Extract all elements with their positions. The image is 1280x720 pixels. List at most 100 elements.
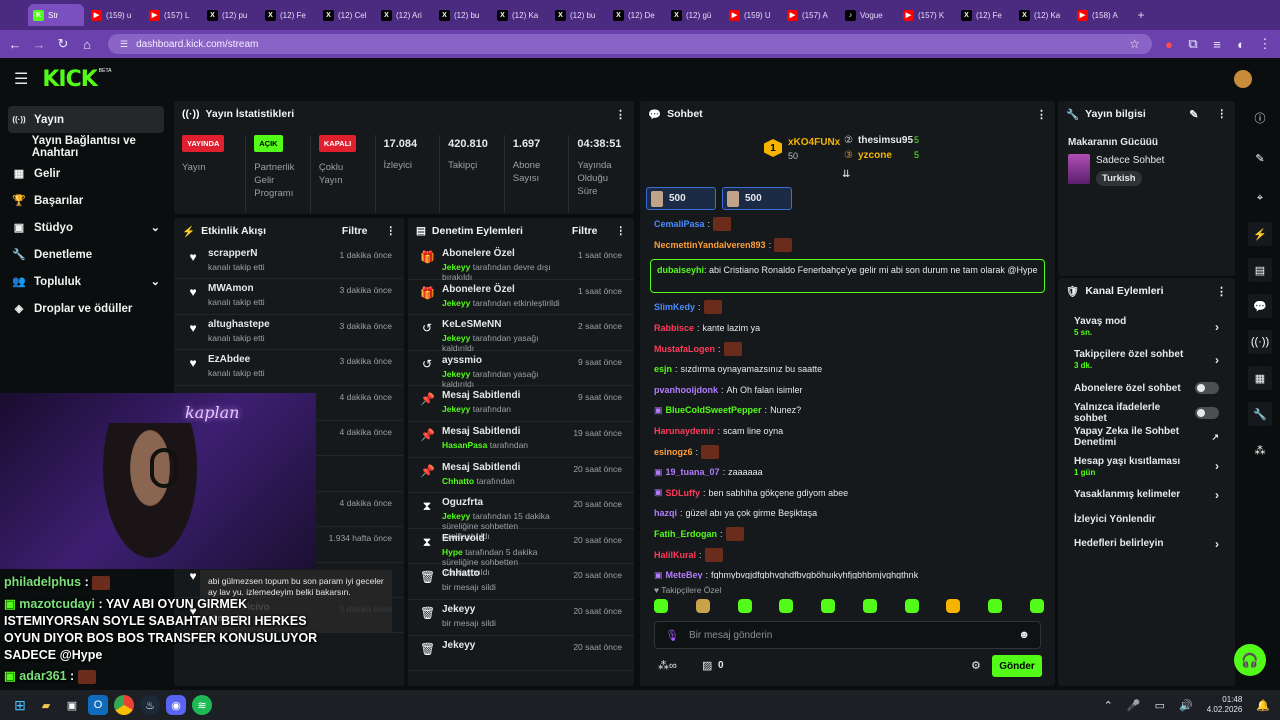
browser-tab[interactable]: X (12) gü bbox=[666, 4, 722, 26]
forward-icon[interactable]: → bbox=[32, 37, 46, 52]
chat-username[interactable]: BlueColdSweetPepper bbox=[666, 405, 762, 415]
browser-tab[interactable]: ▶ (157) K bbox=[898, 4, 954, 26]
moderation-target[interactable]: Jekeyy bbox=[442, 604, 565, 615]
chat-username[interactable]: SDLuffy bbox=[666, 488, 701, 498]
chat-username[interactable]: CemaliPasa bbox=[654, 219, 705, 229]
moderator-name[interactable]: Hype bbox=[442, 547, 463, 557]
channel-action-item[interactable]: Yavaş mod 5 sn. › bbox=[1058, 310, 1235, 343]
focus-icon[interactable]: ⌖ bbox=[1248, 186, 1272, 210]
browser-tab[interactable]: K Str bbox=[28, 4, 84, 26]
moderator-name[interactable]: Jekeyy bbox=[442, 369, 470, 379]
stream-info-menu-icon[interactable]: ⋮ bbox=[1217, 108, 1228, 120]
sidebar-item[interactable]: 🔧 Denetleme bbox=[0, 241, 172, 268]
quick-emote-icon[interactable] bbox=[779, 599, 794, 613]
quick-emote-icon[interactable] bbox=[904, 599, 919, 613]
activity-user[interactable]: MWAmon bbox=[208, 283, 332, 294]
sidebar-item[interactable]: Yayın Bağlantısı ve Anahtarı bbox=[0, 133, 172, 160]
activity-filter-button[interactable]: Filtre bbox=[342, 225, 368, 237]
toggle-switch[interactable] bbox=[1195, 382, 1219, 395]
outlook-icon[interactable]: O bbox=[88, 695, 108, 715]
edit-pencil-icon[interactable]: ✎ bbox=[1189, 108, 1198, 121]
channel-action-item[interactable]: Yalnızca ifadelerle sohbet bbox=[1058, 401, 1235, 426]
reload-icon[interactable]: ↻ bbox=[56, 36, 70, 52]
channel-action-item[interactable]: Takipçilere özel sohbet 3 dk. › bbox=[1058, 343, 1235, 376]
moderation-target[interactable]: KeLeSMeNN bbox=[442, 319, 570, 330]
chat-username[interactable]: dubaiseyhi bbox=[657, 265, 704, 275]
kick-logo[interactable]: KICK bbox=[42, 67, 97, 92]
emoji-icon[interactable]: ☻ bbox=[1018, 629, 1030, 641]
moderation-target[interactable]: Mesaj Sabitlendi bbox=[442, 426, 565, 437]
home-icon[interactable]: ⌂ bbox=[80, 37, 94, 52]
chat-username[interactable]: HalilKural bbox=[654, 550, 696, 560]
chat-username[interactable]: pvanhooijdonk bbox=[654, 385, 718, 395]
browser-tab[interactable]: ▶ (158) A bbox=[1072, 4, 1128, 26]
chat-username[interactable]: Fatih_Erdogan bbox=[654, 529, 717, 539]
channel-action-item[interactable]: İzleyici Yönlendir bbox=[1058, 507, 1235, 532]
channel-actions-menu-icon[interactable]: ⋮ bbox=[1216, 285, 1227, 298]
support-button[interactable]: 🎧 bbox=[1234, 644, 1266, 676]
chat-username[interactable]: SlimKedy bbox=[654, 302, 695, 312]
chevron-right-icon[interactable]: › bbox=[1215, 353, 1219, 367]
moderation-target[interactable]: Mesaj Sabitlendi bbox=[442, 462, 565, 473]
sidebar-item[interactable]: ((·)) Yayın bbox=[8, 106, 164, 133]
quick-emote-icon[interactable] bbox=[946, 599, 961, 613]
clock-time[interactable]: 01:48 bbox=[1207, 695, 1242, 705]
chevron-down-icon[interactable]: ⌄ bbox=[151, 221, 160, 234]
moderator-name[interactable]: Jekeyy bbox=[442, 262, 470, 272]
chevron-right-icon[interactable]: › bbox=[1215, 537, 1219, 551]
browser-tab[interactable]: ▶ (159) u bbox=[86, 4, 142, 26]
browser-tab[interactable]: X (12) Ka bbox=[492, 4, 548, 26]
quick-emote-icon[interactable] bbox=[654, 599, 668, 613]
browser-tab[interactable]: ▶ (159) U bbox=[724, 4, 780, 26]
moderator-name[interactable]: Jekeyy bbox=[442, 511, 470, 521]
tray-chevron-icon[interactable]: ⌃ bbox=[1104, 699, 1113, 712]
quick-emote-icon[interactable] bbox=[695, 599, 710, 613]
chat-username[interactable]: MeteBey bbox=[666, 570, 703, 579]
new-tab-icon[interactable]: + bbox=[1130, 8, 1152, 22]
browser-tab[interactable]: ♪ Vogue bbox=[840, 4, 896, 26]
chat-username[interactable]: Harunaydemir bbox=[654, 426, 715, 436]
clock-date[interactable]: 4.02.2026 bbox=[1207, 705, 1243, 715]
browser-menu-icon[interactable]: ⋮ bbox=[1258, 36, 1272, 52]
activity-user[interactable]: EzAbdee bbox=[208, 354, 332, 365]
broadcast-icon[interactable]: ((·)) bbox=[1248, 330, 1272, 354]
chevron-down-icon[interactable]: ⌄ bbox=[151, 275, 160, 288]
browser-tab[interactable]: X (12) Ka bbox=[1014, 4, 1070, 26]
send-button[interactable]: Gönder bbox=[992, 655, 1042, 677]
gift-card[interactable]: 500 bbox=[722, 187, 792, 210]
media-icon[interactable]: ≡ bbox=[1210, 37, 1224, 52]
browser-tab[interactable]: X (12) bu bbox=[550, 4, 606, 26]
leader-3-name[interactable]: yzcone bbox=[858, 150, 892, 161]
channel-action-item[interactable]: Yasaklanmış kelimeler › bbox=[1058, 483, 1235, 508]
moderator-name[interactable]: Jekeyy bbox=[442, 298, 470, 308]
chat-username[interactable]: 19_tuana_07 bbox=[666, 467, 720, 477]
activity-user[interactable]: scrapperN bbox=[208, 248, 332, 259]
moderator-name[interactable]: HasanPasa bbox=[442, 440, 487, 450]
quick-emote-icon[interactable] bbox=[737, 599, 752, 613]
bookmark-star-icon[interactable]: ☆ bbox=[1129, 37, 1140, 51]
profile-avatar-icon[interactable]: ◐ bbox=[1234, 37, 1248, 52]
moderation-filter-button[interactable]: Filtre bbox=[572, 225, 598, 237]
volume-icon[interactable]: 🔊 bbox=[1179, 699, 1193, 712]
moderation-menu-icon[interactable]: ⋮ bbox=[616, 225, 627, 237]
chat-username[interactable]: Rabbisce bbox=[654, 323, 694, 333]
browser-tab[interactable]: X (12) Cel bbox=[318, 4, 374, 26]
pencil-icon[interactable]: ✎ bbox=[1248, 146, 1272, 170]
moderation-target[interactable]: Jekeyy bbox=[442, 640, 565, 651]
moderation-target[interactable]: Mesaj Sabitlendi bbox=[442, 390, 570, 401]
moderation-target[interactable]: Abonelere Özel bbox=[442, 248, 570, 259]
chevron-right-icon[interactable]: › bbox=[1215, 488, 1219, 502]
leader-1-name[interactable]: xKO4FUNx bbox=[788, 137, 840, 148]
moderation-target[interactable]: Chhatto bbox=[442, 568, 565, 579]
mic-tray-icon[interactable]: 🎤 bbox=[1127, 699, 1141, 712]
quick-emote-icon[interactable] bbox=[862, 599, 877, 613]
quick-emote-icon[interactable] bbox=[988, 599, 1003, 613]
lightning-icon[interactable]: ⚡ bbox=[1248, 222, 1272, 246]
leaderboard-expand-icon[interactable]: ⇊ bbox=[842, 169, 850, 180]
moderator-name[interactable]: Jekeyy bbox=[442, 333, 470, 343]
toggle-switch[interactable] bbox=[1195, 406, 1219, 419]
chevron-right-icon[interactable]: › bbox=[1215, 459, 1219, 473]
chat-menu-icon[interactable]: ⋮ bbox=[1036, 108, 1047, 121]
moderation-target[interactable]: Oguzfrta bbox=[442, 497, 565, 508]
chat-username[interactable]: esjn bbox=[654, 364, 672, 374]
